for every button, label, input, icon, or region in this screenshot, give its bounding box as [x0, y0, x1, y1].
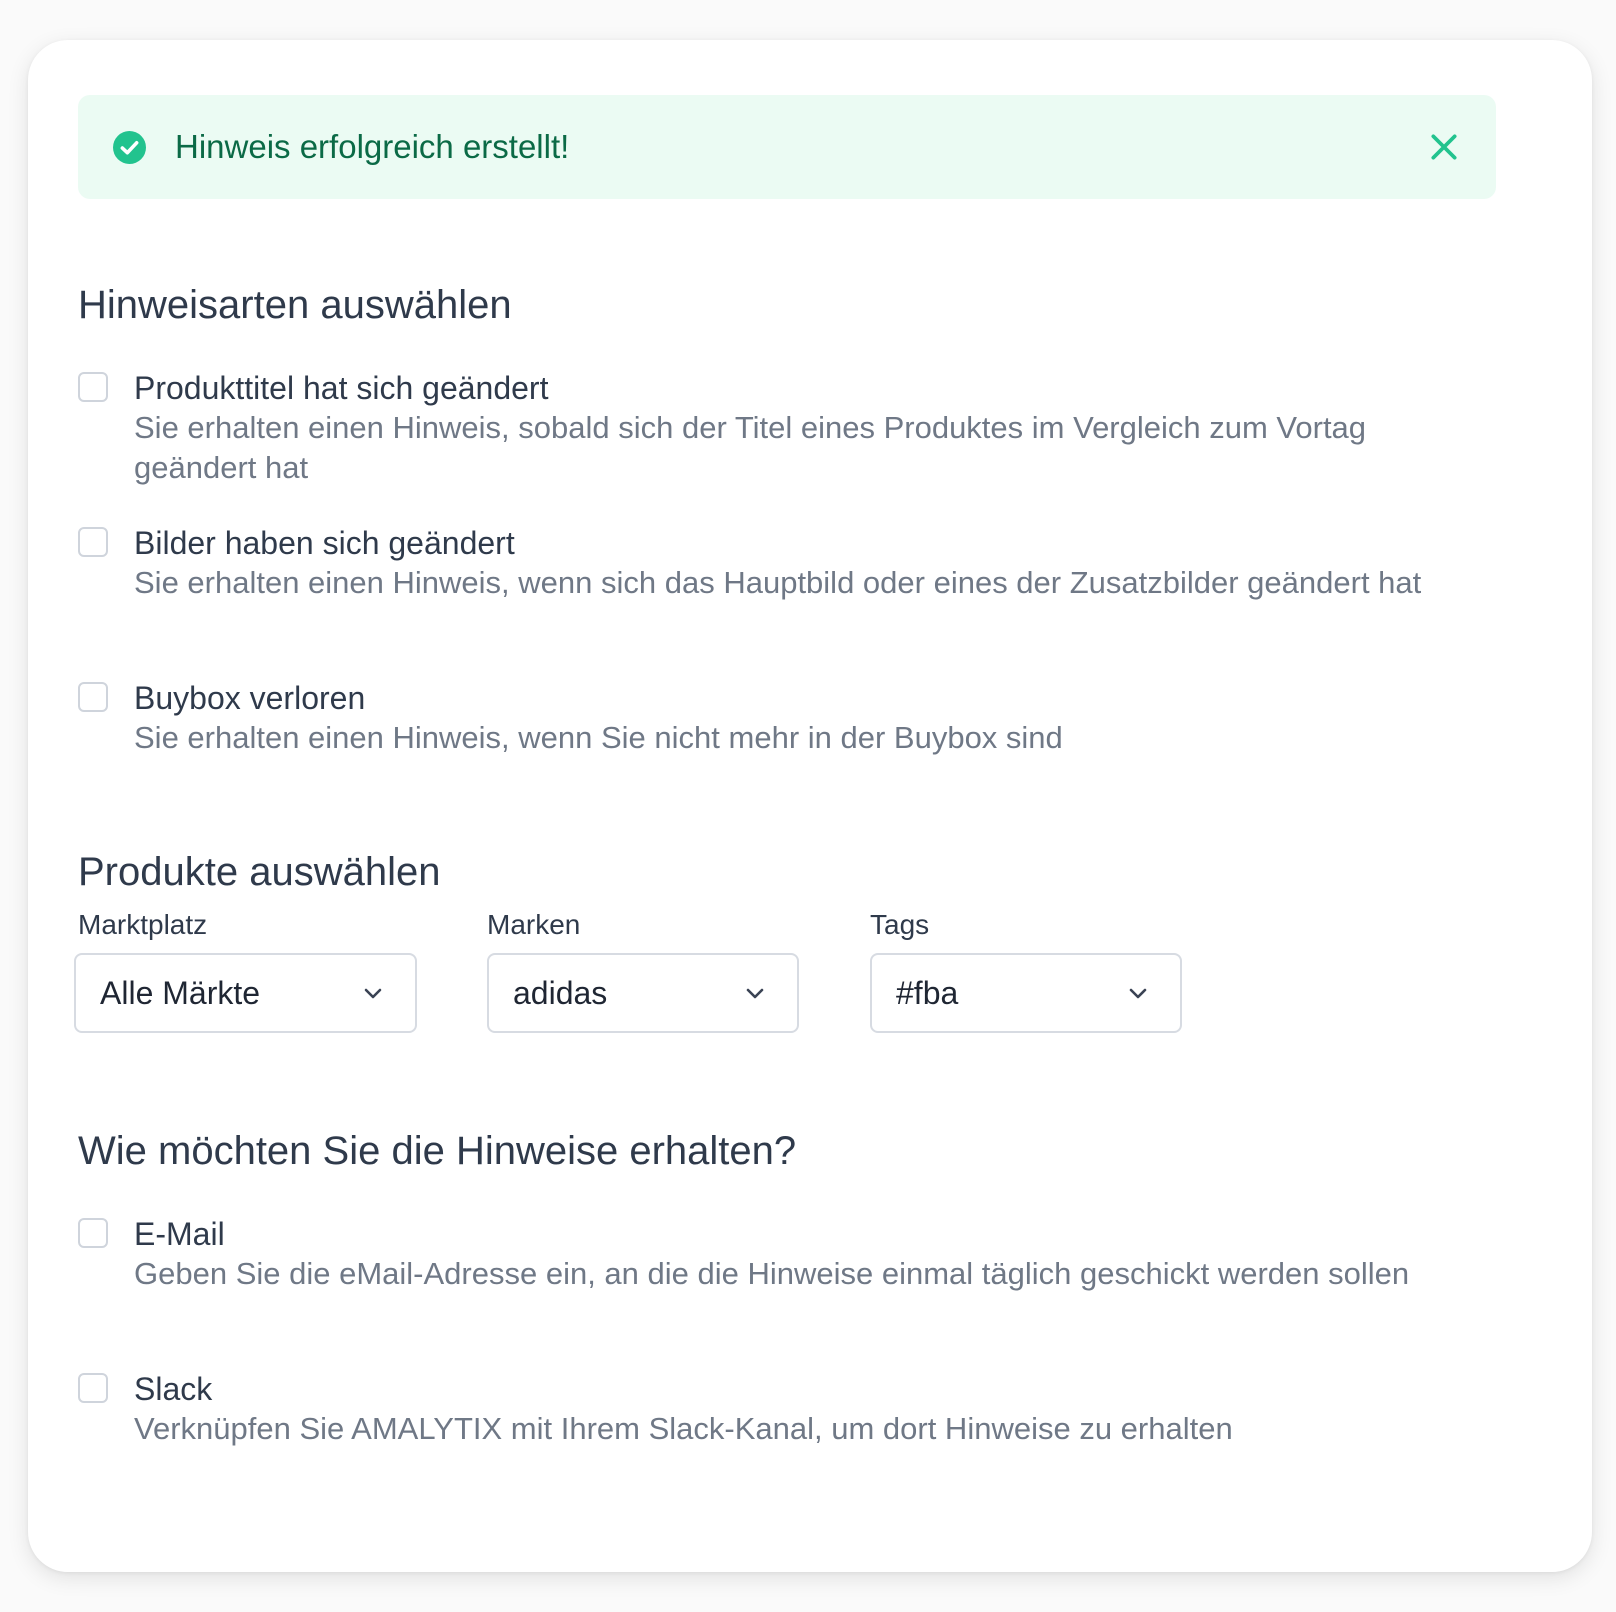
- delivery-heading: Wie möchten Sie die Hinweise erhalten?: [78, 1129, 797, 1173]
- images-changed-checkbox[interactable]: [78, 527, 108, 557]
- title-changed-checkbox[interactable]: [78, 372, 108, 402]
- option-title: Buybox verloren: [134, 680, 366, 716]
- marketplace-select[interactable]: Alle Märkte: [74, 953, 417, 1033]
- chevron-down-icon: [746, 988, 764, 999]
- option-description: Geben Sie die eMail-Adresse ein, an die …: [134, 1256, 1410, 1291]
- option-description: Sie erhalten einen Hinweis, wenn sich da…: [134, 565, 1422, 600]
- option-description: Sie erhalten einen Hinweis, sobald sich …: [134, 410, 1367, 485]
- brands-select[interactable]: adidas: [487, 953, 799, 1033]
- option-description: Verknüpfen Sie AMALYTIX mit Ihrem Slack-…: [134, 1411, 1233, 1446]
- tags-select[interactable]: #fba: [870, 953, 1182, 1033]
- option-title: Slack: [134, 1371, 213, 1407]
- alert-message: Hinweis erfolgreich erstellt!: [175, 128, 570, 165]
- check-circle-icon: [113, 131, 146, 164]
- brands-label: Marken: [487, 909, 581, 940]
- option-title: Bilder haben sich geändert: [134, 525, 515, 561]
- tags-label: Tags: [870, 909, 930, 940]
- notification-settings-card: Hinweis erfolgreich erstellt! Hinweisart…: [28, 40, 1592, 1572]
- option-title: E-Mail: [134, 1216, 225, 1252]
- products-heading: Produkte auswählen: [78, 850, 441, 894]
- marketplace-label: Marktplatz: [78, 909, 208, 940]
- buybox-lost-checkbox[interactable]: [78, 682, 108, 712]
- chevron-down-icon: [1129, 988, 1147, 999]
- slack-checkbox[interactable]: [78, 1373, 108, 1403]
- brands-value: adidas: [513, 975, 608, 1011]
- success-alert: Hinweis erfolgreich erstellt!: [78, 95, 1496, 199]
- option-title: Produkttitel hat sich geändert: [134, 370, 549, 406]
- marketplace-value: Alle Märkte: [100, 975, 261, 1011]
- email-checkbox[interactable]: [78, 1218, 108, 1248]
- close-icon[interactable]: [1428, 131, 1460, 163]
- option-description: Sie erhalten einen Hinweis, wenn Sie nic…: [134, 720, 1063, 755]
- tags-value: #fba: [896, 975, 959, 1011]
- notification-types-heading: Hinweisarten auswählen: [78, 283, 512, 327]
- chevron-down-icon: [364, 988, 382, 999]
